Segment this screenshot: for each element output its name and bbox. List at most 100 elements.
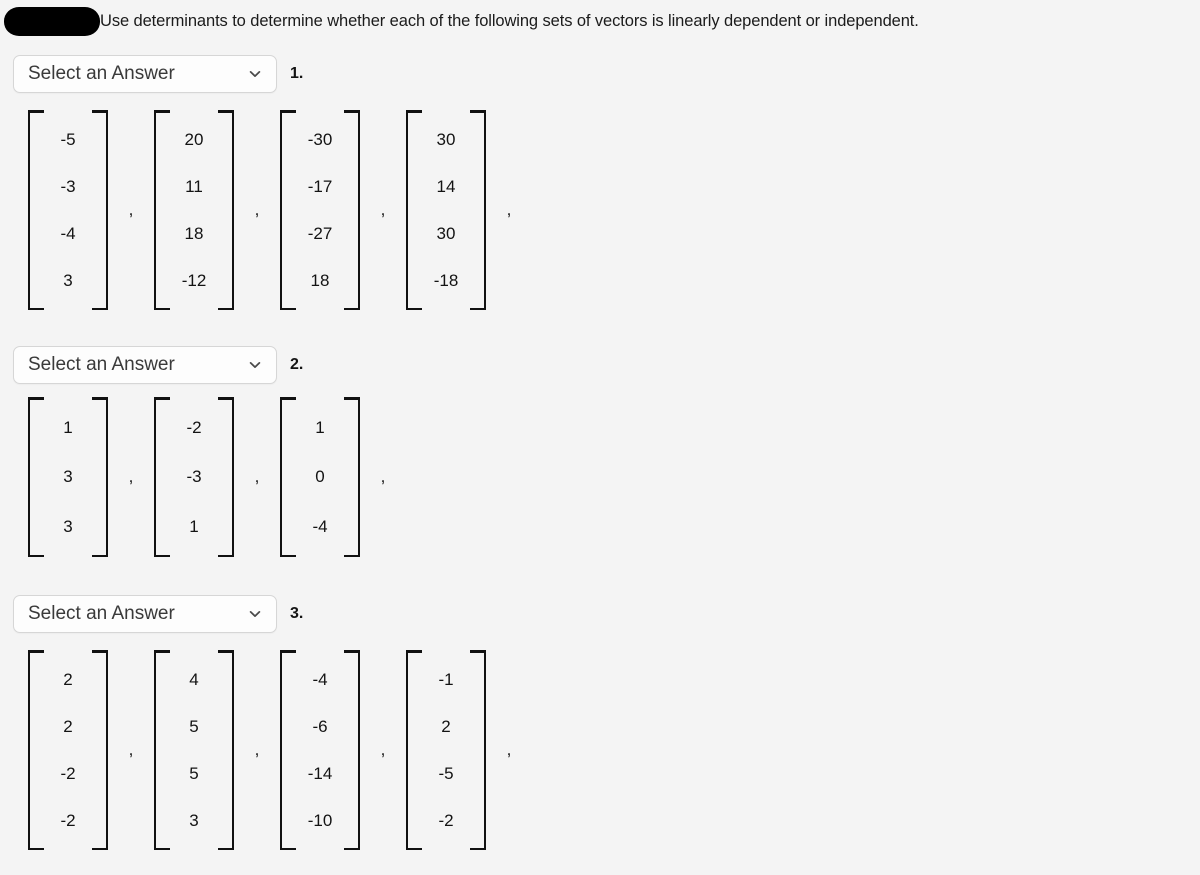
vector-entry: 30 bbox=[436, 224, 456, 243]
vector-separator: , bbox=[380, 740, 386, 759]
answer-select-value: Select an Answer bbox=[28, 603, 175, 624]
vector-entries: 1 3 3 bbox=[44, 397, 92, 557]
vector-entry: 18 bbox=[310, 271, 330, 290]
vector-entry: -1 bbox=[438, 670, 454, 689]
vector-entry: 1 bbox=[63, 418, 73, 438]
vector-entry: 3 bbox=[63, 467, 73, 487]
vector-entry: -27 bbox=[307, 224, 333, 243]
bracket-left bbox=[28, 397, 44, 557]
bracket-left bbox=[28, 650, 44, 850]
answer-select-value: Select an Answer bbox=[28, 63, 175, 84]
bracket-left bbox=[280, 650, 296, 850]
answer-select-1[interactable]: Select an Answer bbox=[13, 55, 277, 93]
vector-entries: 2 2 -2 -2 bbox=[44, 650, 92, 850]
vector-separator: , bbox=[128, 467, 134, 486]
column-vector: 2 2 -2 -2 bbox=[28, 650, 108, 850]
vector-entry: -18 bbox=[433, 271, 459, 290]
vector-separator: , bbox=[380, 467, 386, 486]
vector-entries: -30 -17 -27 18 bbox=[296, 110, 344, 310]
question-number: 1. bbox=[290, 65, 304, 82]
vector-entry: -2 bbox=[186, 418, 202, 438]
vector-entry: -10 bbox=[307, 811, 333, 830]
chevron-down-icon bbox=[248, 358, 262, 372]
vector-entries: 4 5 5 3 bbox=[170, 650, 218, 850]
column-vector: -1 2 -5 -2 bbox=[406, 650, 486, 850]
bracket-left bbox=[154, 397, 170, 557]
vector-entry: -3 bbox=[60, 177, 76, 196]
bracket-right bbox=[92, 397, 108, 557]
vector-entry: -30 bbox=[307, 130, 333, 149]
vector-entry: -5 bbox=[60, 130, 76, 149]
vector-entry: -17 bbox=[307, 177, 333, 196]
column-vector: 1 0 -4 bbox=[280, 397, 360, 557]
column-vector: -30 -17 -27 18 bbox=[280, 110, 360, 310]
vector-entry: 5 bbox=[189, 717, 199, 736]
question-block-3: Select an Answer 3. 2 2 -2 -2, 4 5 5 3, -4 -6 -14 -10… bbox=[0, 594, 1200, 850]
vector-entry: 0 bbox=[315, 467, 325, 487]
answer-select-value: Select an Answer bbox=[28, 354, 175, 375]
vector-entry: 2 bbox=[63, 717, 73, 736]
vector-entry: -12 bbox=[181, 271, 207, 290]
vector-entry: -6 bbox=[312, 717, 328, 736]
bracket-left bbox=[154, 110, 170, 310]
bracket-left bbox=[406, 650, 422, 850]
bracket-right bbox=[344, 110, 360, 310]
vector-entry: -4 bbox=[60, 224, 76, 243]
vector-set: -5 -3 -4 3, 20 11 18 -12, -30 -17 -27 18, 30 14 30 -18, bbox=[0, 110, 1200, 310]
vector-entry: -3 bbox=[186, 467, 202, 487]
chevron-down-icon bbox=[248, 607, 262, 621]
vector-entry: 18 bbox=[184, 224, 204, 243]
answer-select-2[interactable]: Select an Answer bbox=[13, 346, 277, 384]
prompt-row: Use determinants to determine whether ea… bbox=[0, 0, 1200, 42]
vector-entries: -5 -3 -4 3 bbox=[44, 110, 92, 310]
bracket-right bbox=[218, 650, 234, 850]
chevron-down-icon bbox=[248, 67, 262, 81]
vector-separator: , bbox=[254, 200, 260, 219]
vector-entry: 30 bbox=[436, 130, 456, 149]
vector-separator: , bbox=[506, 200, 512, 219]
vector-entry: 11 bbox=[185, 177, 203, 196]
column-vector: 1 3 3 bbox=[28, 397, 108, 557]
redaction-bar bbox=[4, 6, 100, 36]
vector-entry: -2 bbox=[438, 811, 454, 830]
vector-set: 1 3 3, -2 -3 1, 1 0 -4, bbox=[0, 397, 1200, 557]
column-vector: 30 14 30 -18 bbox=[406, 110, 486, 310]
bracket-right bbox=[92, 110, 108, 310]
column-vector: 20 11 18 -12 bbox=[154, 110, 234, 310]
vector-entry: 20 bbox=[184, 130, 204, 149]
question-number: 2. bbox=[290, 356, 304, 373]
vector-entry: 14 bbox=[436, 177, 456, 196]
vector-entry: 2 bbox=[63, 670, 73, 689]
vector-entry: 4 bbox=[189, 670, 199, 689]
vector-separator: , bbox=[506, 740, 512, 759]
answer-row: Select an Answer 2. bbox=[0, 345, 1200, 385]
vector-separator: , bbox=[254, 740, 260, 759]
vector-separator: , bbox=[254, 467, 260, 486]
column-vector: -5 -3 -4 3 bbox=[28, 110, 108, 310]
vector-entries: 1 0 -4 bbox=[296, 397, 344, 557]
vector-entry: 1 bbox=[189, 516, 199, 536]
vector-entry: 2 bbox=[441, 717, 451, 736]
vector-entries: 30 14 30 -18 bbox=[422, 110, 470, 310]
vector-entry: -14 bbox=[307, 764, 333, 783]
bracket-right bbox=[218, 110, 234, 310]
question-block-2: Select an Answer 2. 1 3 3, -2 -3 1, 1 0 -4, bbox=[0, 345, 1200, 557]
bracket-left bbox=[280, 110, 296, 310]
answer-select-3[interactable]: Select an Answer bbox=[13, 595, 277, 633]
bracket-left bbox=[28, 110, 44, 310]
vector-entry: 1 bbox=[315, 418, 325, 438]
column-vector: -2 -3 1 bbox=[154, 397, 234, 557]
vector-entries: -1 2 -5 -2 bbox=[422, 650, 470, 850]
vector-separator: , bbox=[128, 740, 134, 759]
prompt-text: Use determinants to determine whether ea… bbox=[100, 12, 919, 30]
vector-entries: -4 -6 -14 -10 bbox=[296, 650, 344, 850]
bracket-right bbox=[92, 650, 108, 850]
column-vector: 4 5 5 3 bbox=[154, 650, 234, 850]
bracket-right bbox=[344, 397, 360, 557]
vector-entries: 20 11 18 -12 bbox=[170, 110, 218, 310]
bracket-left bbox=[406, 110, 422, 310]
column-vector: -4 -6 -14 -10 bbox=[280, 650, 360, 850]
vector-entry: -5 bbox=[438, 764, 454, 783]
vector-entry: 3 bbox=[63, 516, 73, 536]
bracket-right bbox=[218, 397, 234, 557]
